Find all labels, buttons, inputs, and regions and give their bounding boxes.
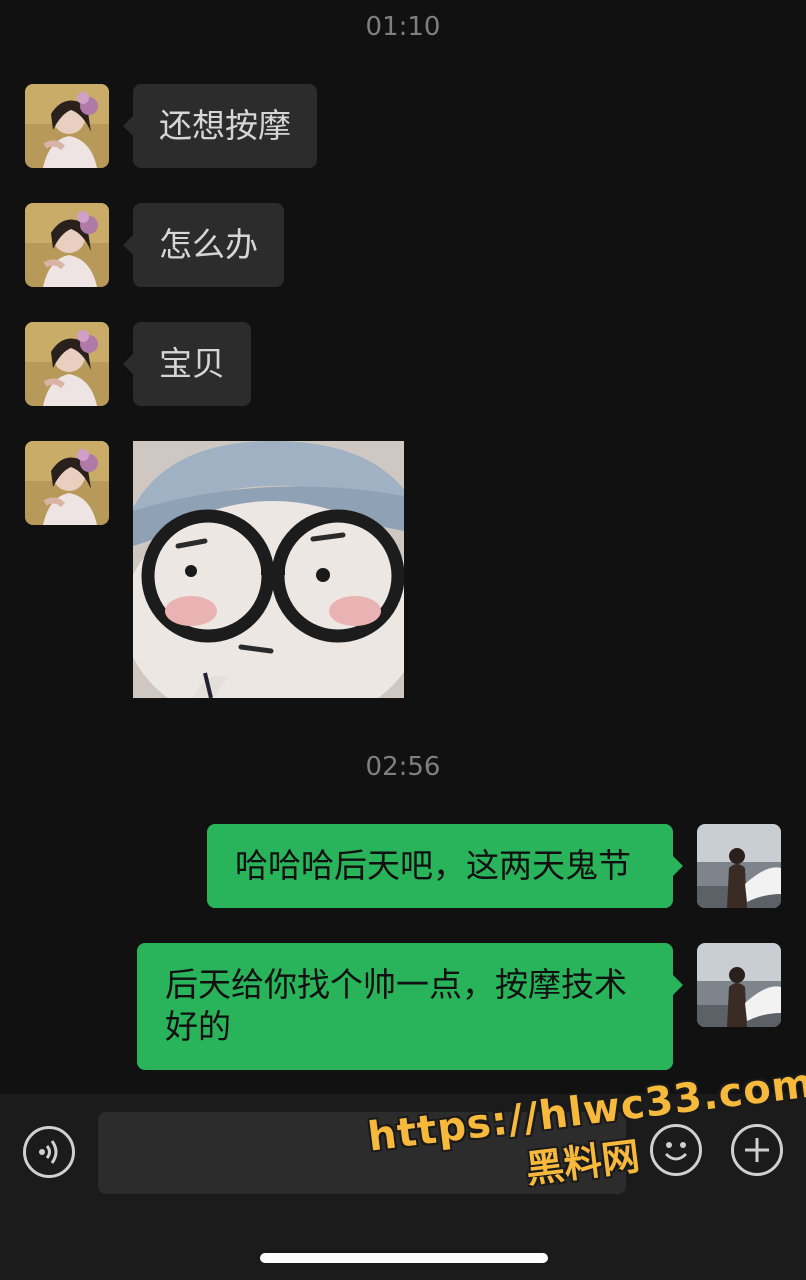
contact-avatar[interactable] xyxy=(25,441,109,525)
message-text: 怎么办 xyxy=(159,225,258,264)
message-text: 后天给你找个帅一点，按摩技术好的 xyxy=(165,965,627,1046)
message-bubble-incoming[interactable]: 怎么办 xyxy=(123,203,284,287)
timestamp: 01:10 xyxy=(365,12,441,42)
message-text: 还想按摩 xyxy=(159,106,291,145)
voice-wave-icon[interactable] xyxy=(23,1126,75,1178)
contact-avatar[interactable] xyxy=(25,84,109,168)
message-bubble-outgoing[interactable]: 哈哈哈后天吧，这两天鬼节 xyxy=(207,824,683,908)
message-text: 哈哈哈后天吧，这两天鬼节 xyxy=(235,846,631,885)
user-avatar[interactable] xyxy=(697,824,781,908)
contact-avatar[interactable] xyxy=(25,322,109,406)
sticker-image[interactable] xyxy=(133,441,404,698)
home-indicator[interactable] xyxy=(260,1253,548,1263)
message-text: 宝贝 xyxy=(159,344,225,383)
contact-avatar[interactable] xyxy=(25,203,109,287)
message-bubble-outgoing[interactable]: 后天给你找个帅一点，按摩技术好的 xyxy=(137,943,683,1070)
timestamp: 02:56 xyxy=(365,752,441,782)
user-avatar[interactable] xyxy=(697,943,781,1027)
message-bubble-incoming[interactable]: 宝贝 xyxy=(123,322,251,406)
message-bubble-incoming[interactable]: 还想按摩 xyxy=(123,84,317,168)
